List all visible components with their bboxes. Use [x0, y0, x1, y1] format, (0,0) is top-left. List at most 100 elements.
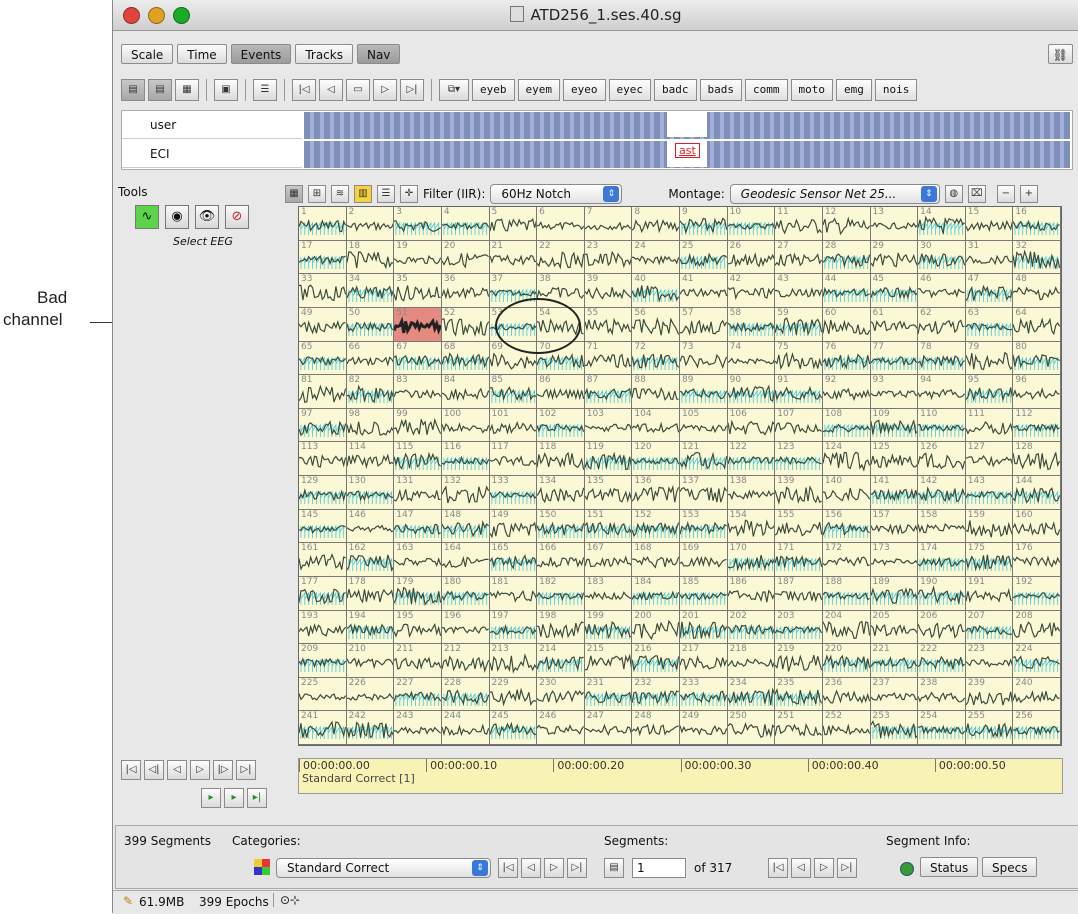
eye-tool-icon[interactable]: 👁 — [195, 205, 219, 229]
channel-cell[interactable]: 84 — [441, 375, 490, 409]
channel-cell[interactable]: 138 — [727, 476, 776, 510]
segment-prev-icon[interactable]: ◁ — [791, 858, 811, 878]
channel-cell[interactable]: 193 — [299, 610, 347, 645]
channel-cell[interactable]: 94 — [918, 375, 966, 409]
category-select[interactable]: Standard Correct ⇕ — [276, 858, 491, 878]
track-user[interactable]: user — [122, 111, 302, 139]
channel-cell[interactable]: 76 — [822, 341, 871, 376]
channel-cell[interactable]: 210 — [346, 644, 395, 678]
channel-cell[interactable]: 175 — [965, 543, 1014, 577]
channel-cell[interactable]: 8 — [632, 207, 680, 241]
channel-cell[interactable]: 107 — [775, 408, 823, 443]
channel-cell[interactable]: 132 — [441, 476, 490, 510]
channel-cell[interactable]: 178 — [346, 576, 395, 611]
event-eyec[interactable]: eyec — [608, 79, 651, 101]
channel-cell[interactable]: 241 — [299, 711, 347, 745]
channel-cell[interactable]: 126 — [918, 442, 966, 476]
tab-scale[interactable]: Scale — [121, 44, 174, 64]
channel-cell[interactable]: 183 — [584, 576, 633, 611]
channel-cell[interactable]: 14 — [918, 207, 966, 241]
event-nois[interactable]: nois — [874, 79, 918, 101]
channel-cell[interactable]: 121 — [680, 442, 728, 476]
channel-cell[interactable]: 31 — [965, 240, 1014, 275]
channel-cell[interactable]: 233 — [680, 677, 728, 712]
channel-cell[interactable]: 24 — [632, 240, 680, 275]
channel-cell[interactable]: 195 — [394, 610, 442, 645]
channel-cell[interactable]: 144 — [1013, 476, 1061, 510]
forbidden-tool-icon[interactable]: ⊘ — [225, 205, 249, 229]
channel-cell[interactable]: 221 — [870, 644, 919, 678]
channel-cell[interactable]: 231 — [584, 677, 633, 712]
montage-info-icon[interactable]: ◍ — [944, 185, 963, 203]
channel-cell[interactable]: 254 — [918, 711, 966, 745]
channel-cell[interactable]: 41 — [680, 274, 728, 308]
channel-cell[interactable]: 4 — [441, 207, 490, 241]
channel-cell[interactable]: 200 — [632, 610, 680, 645]
channel-cell[interactable]: 99 — [394, 408, 442, 443]
channel-cell[interactable]: 49 — [299, 307, 347, 342]
channel-cell[interactable]: 129 — [299, 476, 347, 510]
channel-cell[interactable]: 25 — [680, 240, 728, 275]
channel-cell[interactable]: 23 — [584, 240, 633, 275]
tab-tracks[interactable]: Tracks — [295, 44, 353, 64]
event-badc[interactable]: badc — [654, 79, 697, 101]
first-event-icon[interactable]: |◁ — [292, 79, 316, 101]
channel-cell[interactable]: 108 — [822, 408, 871, 443]
channel-cell[interactable]: 211 — [394, 644, 442, 678]
channel-cell[interactable]: 165 — [489, 543, 538, 577]
channel-cell[interactable]: 148 — [441, 509, 490, 544]
bad-channel-cell[interactable]: 51 — [394, 307, 442, 342]
channel-cell[interactable]: 96 — [1013, 375, 1061, 409]
channel-cell[interactable]: 114 — [346, 442, 395, 476]
channel-cell[interactable]: 255 — [965, 711, 1014, 745]
channel-cell[interactable]: 117 — [489, 442, 538, 476]
channel-cell[interactable]: 239 — [965, 677, 1014, 712]
channel-cell[interactable]: 155 — [775, 509, 823, 544]
channel-cell[interactable]: 157 — [870, 509, 919, 544]
event-marker-icon[interactable]: ▭ — [346, 79, 370, 101]
channel-cell[interactable]: 20 — [441, 240, 490, 275]
channel-cell[interactable]: 240 — [1013, 677, 1061, 712]
channel-cell[interactable]: 78 — [918, 341, 966, 376]
collapse-icon[interactable]: − — [996, 185, 1015, 203]
channel-cell[interactable]: 227 — [394, 677, 442, 712]
channel-cell[interactable]: 56 — [632, 307, 680, 342]
channel-cell[interactable]: 36 — [441, 274, 490, 308]
channel-cell[interactable]: 248 — [632, 711, 680, 745]
channel-cell[interactable]: 39 — [584, 274, 633, 308]
channel-cell[interactable]: 123 — [775, 442, 823, 476]
tab-events[interactable]: Events — [230, 44, 292, 64]
channel-cell[interactable]: 250 — [727, 711, 776, 745]
channel-cell[interactable]: 137 — [680, 476, 728, 510]
user-track-icon[interactable]: ▤ — [121, 79, 145, 101]
channel-cell[interactable]: 158 — [918, 509, 966, 544]
channel-cell[interactable]: 75 — [775, 341, 823, 376]
channel-cell[interactable]: 111 — [965, 408, 1014, 443]
channel-cell[interactable]: 118 — [537, 442, 585, 476]
topo-view-icon[interactable]: ▥ — [354, 185, 372, 203]
channel-cell[interactable]: 187 — [775, 576, 823, 611]
channel-cell[interactable]: 142 — [918, 476, 966, 510]
prev-event-icon[interactable]: ◁ — [319, 79, 343, 101]
channel-cell[interactable]: 88 — [632, 375, 680, 409]
channel-cell[interactable]: 149 — [489, 509, 538, 544]
channel-cell[interactable]: 119 — [584, 442, 633, 476]
channel-cell[interactable]: 154 — [727, 509, 776, 544]
channel-cell[interactable]: 202 — [727, 610, 776, 645]
channel-cell[interactable]: 106 — [727, 408, 776, 443]
channel-cell[interactable]: 29 — [870, 240, 919, 275]
channel-cell[interactable]: 74 — [727, 341, 776, 376]
channel-cell[interactable]: 57 — [680, 307, 728, 342]
channel-cell[interactable]: 153 — [680, 509, 728, 544]
channel-cell[interactable]: 237 — [870, 677, 919, 712]
channel-cell[interactable]: 116 — [441, 442, 490, 476]
channel-cell[interactable]: 170 — [727, 543, 776, 577]
channel-cell[interactable]: 85 — [489, 375, 538, 409]
channel-cell[interactable]: 43 — [775, 274, 823, 308]
channel-cell[interactable]: 18 — [346, 240, 395, 275]
select-eeg-tool-icon[interactable]: ∿ — [135, 205, 159, 229]
channel-cell[interactable]: 28 — [822, 240, 871, 275]
channel-cell[interactable]: 79 — [965, 341, 1014, 376]
channel-cell[interactable]: 146 — [346, 509, 395, 544]
channel-cell[interactable]: 127 — [965, 442, 1014, 476]
